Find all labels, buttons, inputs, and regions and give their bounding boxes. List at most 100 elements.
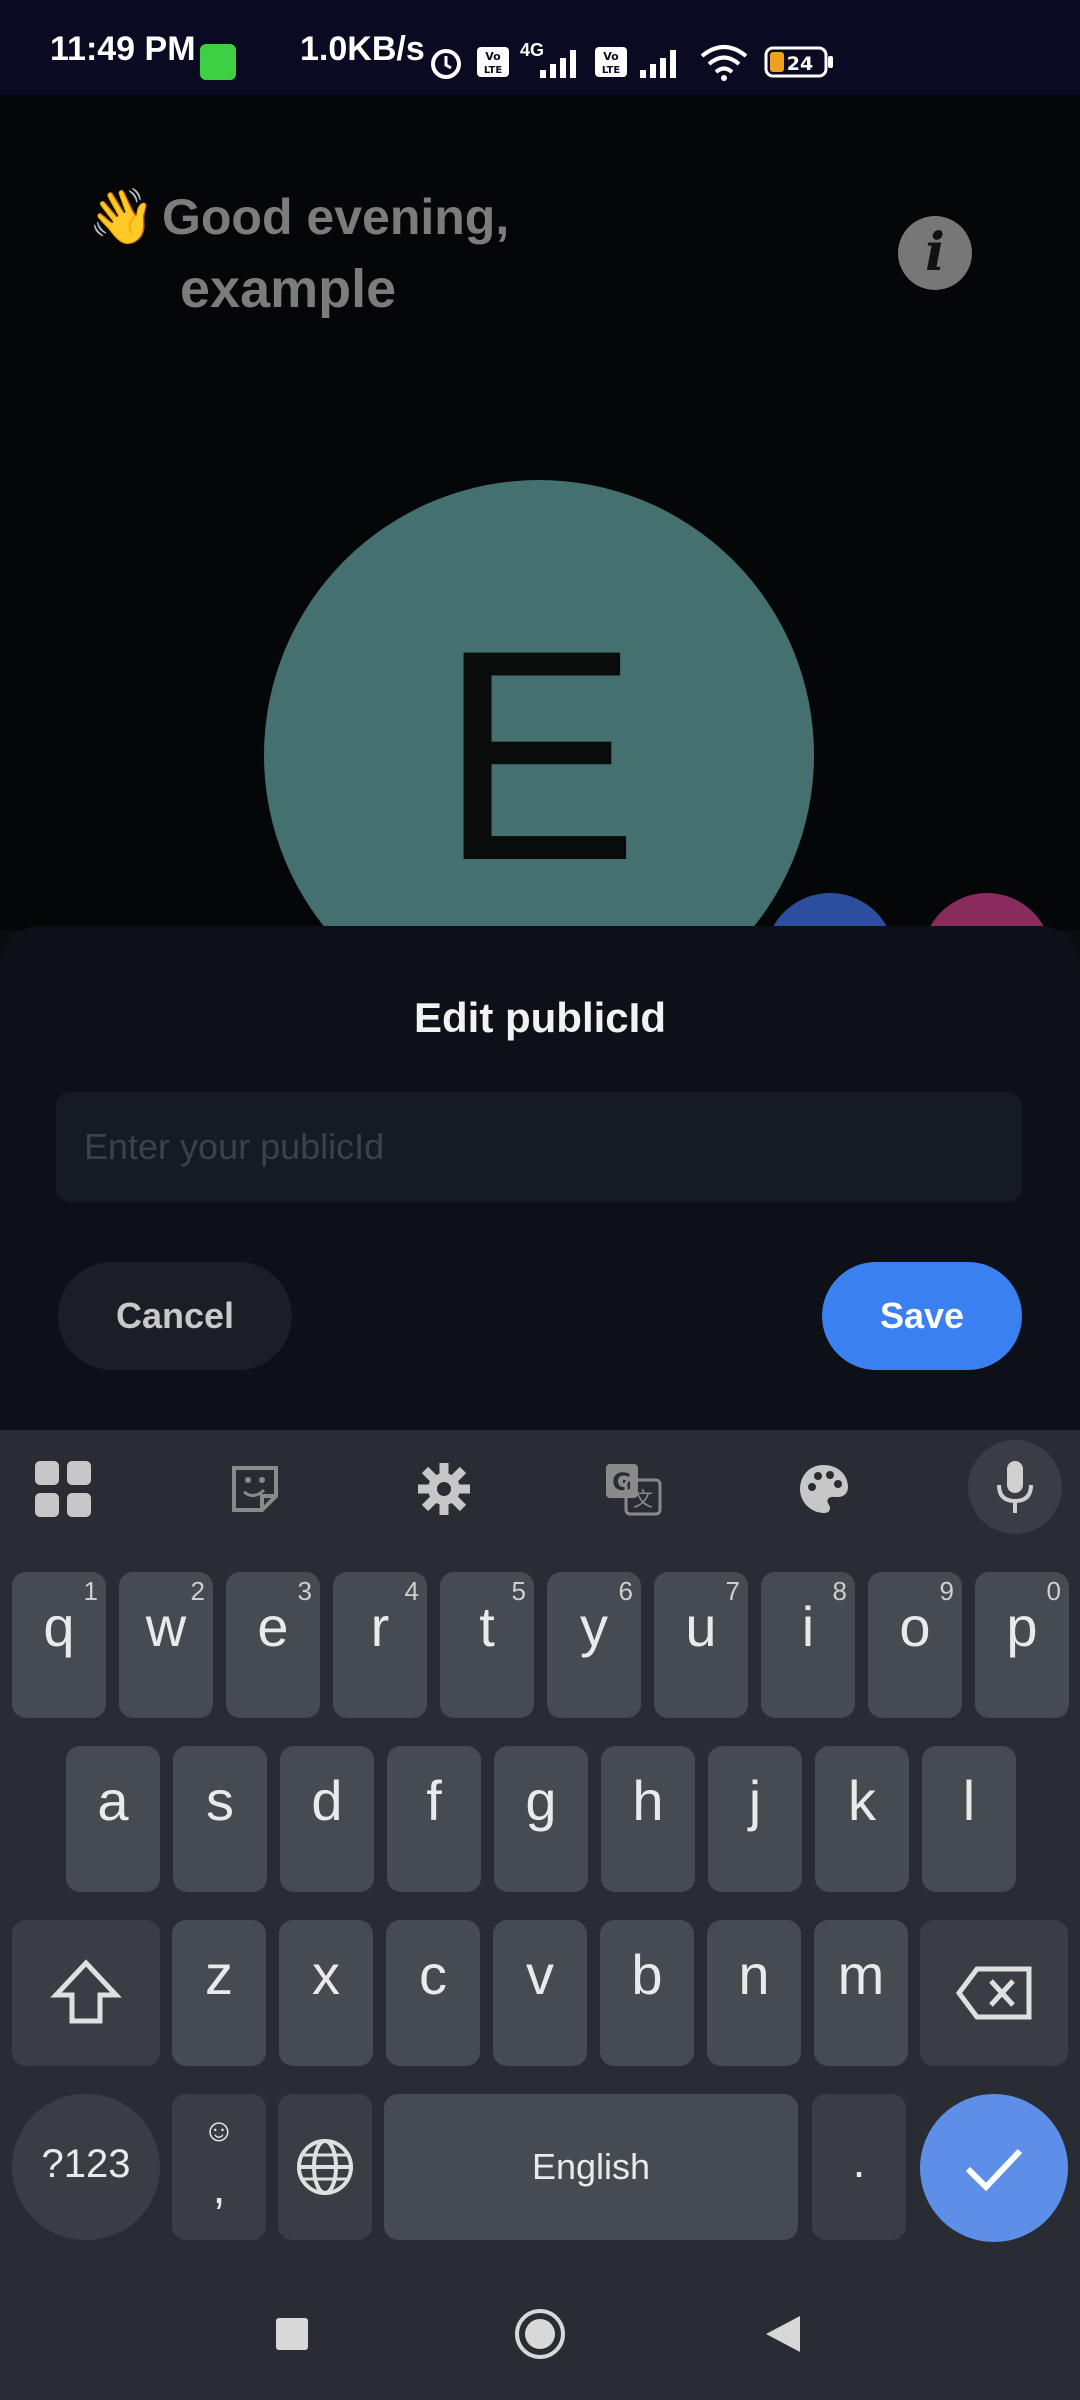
key-number-hint: 4	[404, 1576, 419, 1606]
key-label: n	[738, 1943, 770, 2006]
key-p[interactable]: p0	[975, 1572, 1069, 1718]
key-o[interactable]: o9	[868, 1572, 962, 1718]
key-label: j	[748, 1769, 762, 1832]
shift-arrow-icon	[50, 1959, 122, 2024]
backspace-icon	[955, 1966, 1032, 2020]
key-n[interactable]: n	[707, 1920, 801, 2066]
network-speed: 1.0KB/s	[300, 30, 425, 68]
language-key[interactable]	[278, 2094, 372, 2240]
key-d[interactable]: d	[280, 1746, 374, 1892]
svg-text:G: G	[612, 1468, 632, 1496]
key-a[interactable]: a	[66, 1746, 160, 1892]
avatar-initial: E	[438, 587, 640, 923]
comma-label: ,	[212, 2161, 226, 2213]
notification-app-icon	[200, 44, 236, 80]
voice-input-button[interactable]	[968, 1440, 1062, 1534]
recent-apps-button[interactable]	[274, 2316, 310, 2352]
publicid-input[interactable]	[56, 1092, 1022, 1202]
key-i[interactable]: i8	[761, 1572, 855, 1718]
key-label: s	[206, 1769, 234, 1832]
status-bar: 11:49 PM 1.0KB/s Vo LTE 4G Vo LTE 24	[0, 0, 1080, 95]
svg-text:Vo: Vo	[485, 50, 501, 63]
key-label: z	[205, 1943, 233, 2006]
key-z[interactable]: z	[172, 1920, 266, 2066]
key-u[interactable]: u7	[654, 1572, 748, 1718]
info-icon: i	[925, 222, 945, 283]
sticker-button[interactable]	[218, 1452, 292, 1526]
battery-level: 24	[787, 53, 813, 75]
key-k[interactable]: k	[815, 1746, 909, 1892]
key-number-hint: 8	[832, 1576, 847, 1606]
key-h[interactable]: h	[601, 1746, 695, 1892]
waving-hand-emoji: 👋	[88, 187, 156, 247]
key-label: l	[962, 1769, 976, 1832]
alarm-icon	[431, 49, 461, 79]
key-s[interactable]: s	[173, 1746, 267, 1892]
key-q[interactable]: q1	[12, 1572, 106, 1718]
key-number-hint: 6	[618, 1576, 633, 1606]
symbols-key[interactable]: ?123	[12, 2094, 160, 2240]
shift-key[interactable]	[12, 1920, 160, 2066]
key-b[interactable]: b	[600, 1920, 694, 2066]
key-label: k	[848, 1769, 876, 1832]
key-w[interactable]: w2	[119, 1572, 213, 1718]
key-label: v	[526, 1943, 554, 2006]
comma-emoji-key[interactable]: ☺ ,	[172, 2094, 266, 2240]
globe-icon	[297, 2139, 353, 2195]
backspace-key[interactable]	[920, 1920, 1068, 2066]
space-bar[interactable]: English	[384, 2094, 798, 2240]
cancel-button[interactable]: Cancel	[58, 1262, 292, 1370]
translate-icon: G 文	[606, 1464, 662, 1516]
key-label: h	[632, 1769, 664, 1832]
info-button[interactable]: i	[898, 216, 972, 290]
home-button[interactable]	[514, 2308, 566, 2360]
key-label: x	[312, 1943, 340, 2006]
translate-button[interactable]: G 文	[596, 1452, 670, 1526]
settings-gear-icon	[418, 1463, 470, 1515]
greeting-text: Good evening,	[162, 189, 510, 245]
key-number-hint: 3	[297, 1576, 312, 1606]
symbols-key-label: ?123	[41, 2142, 131, 2186]
svg-text:Vo: Vo	[603, 50, 619, 63]
palette-icon	[800, 1465, 848, 1513]
done-key[interactable]	[920, 2094, 1068, 2242]
theme-button[interactable]	[787, 1452, 861, 1526]
settings-button[interactable]	[407, 1452, 481, 1526]
key-c[interactable]: c	[386, 1920, 480, 2066]
key-x[interactable]: x	[279, 1920, 373, 2066]
key-y[interactable]: y6	[547, 1572, 641, 1718]
svg-text:LTE: LTE	[602, 65, 621, 76]
key-l[interactable]: l	[922, 1746, 1016, 1892]
key-g[interactable]: g	[494, 1746, 588, 1892]
key-v[interactable]: v	[493, 1920, 587, 2066]
emoji-hint-icon: ☺	[202, 2112, 236, 2148]
sticker-icon	[232, 1466, 278, 1512]
wifi-icon	[700, 45, 748, 81]
key-m[interactable]: m	[814, 1920, 908, 2066]
signal-icon	[540, 50, 576, 78]
key-r[interactable]: r4	[333, 1572, 427, 1718]
key-number-hint: 5	[511, 1576, 526, 1606]
signal-icon-2	[640, 50, 676, 78]
key-number-hint: 0	[1046, 1576, 1061, 1606]
key-label: g	[525, 1769, 557, 1832]
key-f[interactable]: f	[387, 1746, 481, 1892]
period-key[interactable]: .	[812, 2094, 906, 2240]
volte-icon: Vo LTE	[477, 47, 509, 77]
key-e[interactable]: e3	[226, 1572, 320, 1718]
apps-grid-icon	[35, 1461, 91, 1517]
key-label: c	[419, 1943, 447, 2006]
key-j[interactable]: j	[708, 1746, 802, 1892]
key-label: d	[311, 1769, 343, 1832]
key-t[interactable]: t5	[440, 1572, 534, 1718]
apps-grid-button[interactable]	[26, 1452, 100, 1526]
svg-text:LTE: LTE	[484, 65, 503, 76]
save-button[interactable]: Save	[822, 1262, 1022, 1370]
key-number-hint: 9	[939, 1576, 954, 1606]
back-button[interactable]	[764, 2314, 802, 2354]
mic-icon	[997, 1461, 1033, 1513]
space-bar-label: English	[531, 2146, 651, 2187]
key-label: b	[631, 1943, 663, 2006]
key-label: m	[837, 1943, 885, 2006]
status-time: 11:49 PM	[50, 30, 196, 68]
